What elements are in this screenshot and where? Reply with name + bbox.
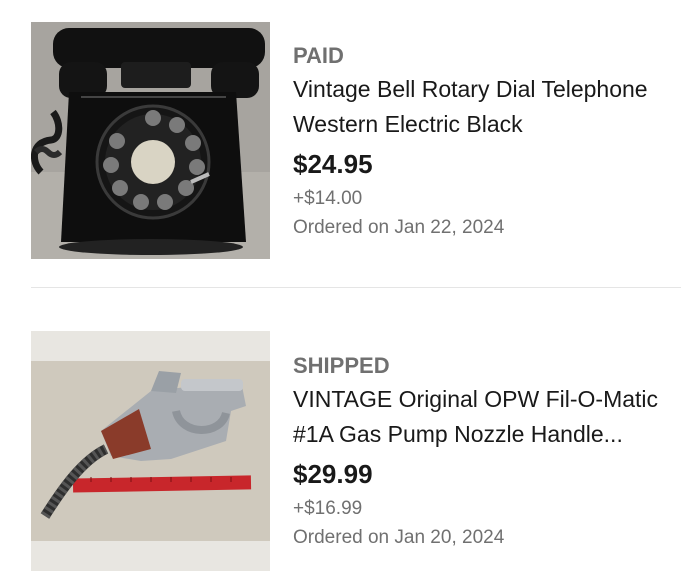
item-title-line2[interactable]: Western Electric Black [293,107,675,142]
order-list-item[interactable]: SHIPPED VINTAGE Original OPW Fil-O-Matic… [0,310,681,571]
item-thumbnail[interactable] [31,331,270,571]
gas-pump-nozzle-image [31,331,270,571]
order-divider [31,287,681,288]
item-title[interactable]: Vintage Bell Rotary Dial Telephone Weste… [293,72,675,142]
item-details: SHIPPED VINTAGE Original OPW Fil-O-Matic… [293,352,675,551]
item-thumbnail[interactable] [31,22,270,259]
item-title-line2[interactable]: #1A Gas Pump Nozzle Handle... [293,417,675,452]
item-title-line1[interactable]: VINTAGE Original OPW Fil-O-Matic [293,382,675,417]
order-list-item[interactable]: PAID Vintage Bell Rotary Dial Telephone … [0,0,681,287]
item-title[interactable]: VINTAGE Original OPW Fil-O-Matic #1A Gas… [293,382,675,452]
shipping-cost: +$16.99 [293,498,363,519]
item-price: $24.95 [293,149,373,179]
rotary-telephone-image [31,22,270,259]
item-details: PAID Vintage Bell Rotary Dial Telephone … [293,42,675,241]
order-date: Ordered on Jan 20, 2024 [293,527,505,548]
item-price: $29.99 [293,459,373,489]
order-date: Ordered on Jan 22, 2024 [293,217,505,238]
order-status: PAID [293,43,344,68]
order-status: SHIPPED [293,353,390,378]
item-title-line1[interactable]: Vintage Bell Rotary Dial Telephone [293,72,675,107]
shipping-cost: +$14.00 [293,188,363,209]
